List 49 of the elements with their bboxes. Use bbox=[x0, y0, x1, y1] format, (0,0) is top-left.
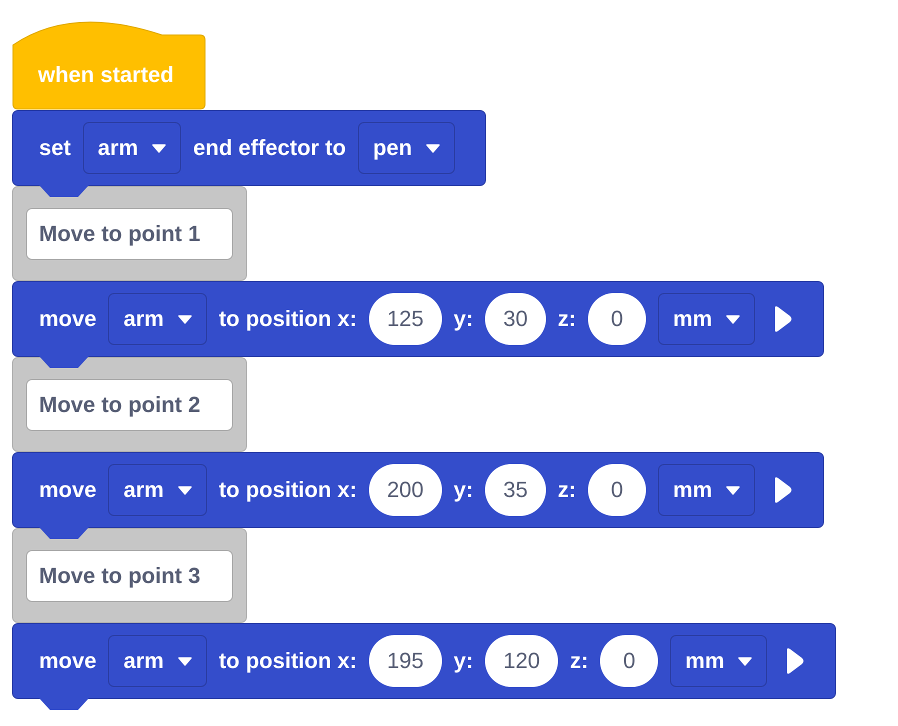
number-input[interactable]: 0 bbox=[588, 293, 646, 345]
expand-arrow-icon[interactable] bbox=[785, 646, 806, 676]
expand-arrow-icon[interactable] bbox=[773, 304, 794, 334]
block-label: z: bbox=[558, 306, 576, 332]
dropdown[interactable]: mm bbox=[670, 635, 768, 687]
comment-block[interactable]: Move to point 3 bbox=[12, 528, 247, 623]
number-input[interactable]: 0 bbox=[600, 635, 658, 687]
caret-icon bbox=[178, 656, 192, 666]
dropdown[interactable]: arm bbox=[82, 122, 182, 174]
expand-arrow-icon[interactable] bbox=[773, 475, 794, 505]
caret-icon bbox=[178, 486, 192, 494]
caret-icon bbox=[152, 144, 166, 152]
dropdown[interactable]: arm bbox=[108, 293, 207, 345]
dropdown[interactable]: pen bbox=[358, 122, 456, 174]
comment-text[interactable]: Move to point 2 bbox=[26, 378, 233, 430]
block-label: move bbox=[39, 477, 96, 503]
caret-icon bbox=[738, 656, 752, 666]
block-label: y: bbox=[454, 648, 474, 674]
hat-label: when started bbox=[38, 62, 174, 88]
block-label: z: bbox=[570, 648, 588, 674]
dropdown[interactable]: mm bbox=[658, 464, 756, 516]
block-label: to position x: bbox=[218, 477, 357, 503]
caret-icon bbox=[426, 144, 440, 152]
block-label: move bbox=[39, 648, 96, 674]
comment-text[interactable]: Move to point 1 bbox=[26, 208, 233, 260]
block-label: move bbox=[39, 306, 96, 332]
caret-icon bbox=[726, 486, 740, 494]
block-label: y: bbox=[454, 306, 474, 332]
block-label: to position x: bbox=[218, 306, 357, 332]
caret-icon bbox=[726, 314, 740, 324]
number-input[interactable]: 120 bbox=[485, 635, 558, 687]
number-input[interactable]: 200 bbox=[368, 464, 442, 516]
comment-text[interactable]: Move to point 3 bbox=[26, 550, 233, 602]
dropdown[interactable]: arm bbox=[108, 635, 207, 687]
comment-block[interactable]: Move to point 1 bbox=[12, 186, 247, 281]
block-label: y: bbox=[454, 477, 474, 503]
dropdown[interactable]: arm bbox=[108, 464, 207, 516]
number-input[interactable]: 0 bbox=[588, 464, 646, 516]
number-input[interactable]: 35 bbox=[485, 464, 546, 516]
block-label: z: bbox=[558, 477, 576, 503]
block-label: end effector to bbox=[193, 135, 346, 161]
number-input[interactable]: 195 bbox=[368, 635, 442, 687]
number-input[interactable]: 30 bbox=[485, 293, 546, 345]
number-input[interactable]: 125 bbox=[368, 293, 442, 345]
caret-icon bbox=[178, 314, 192, 324]
block-label: set bbox=[39, 135, 71, 161]
block-label: to position x: bbox=[218, 648, 357, 674]
comment-block[interactable]: Move to point 2 bbox=[12, 357, 247, 452]
dropdown[interactable]: mm bbox=[658, 293, 756, 345]
